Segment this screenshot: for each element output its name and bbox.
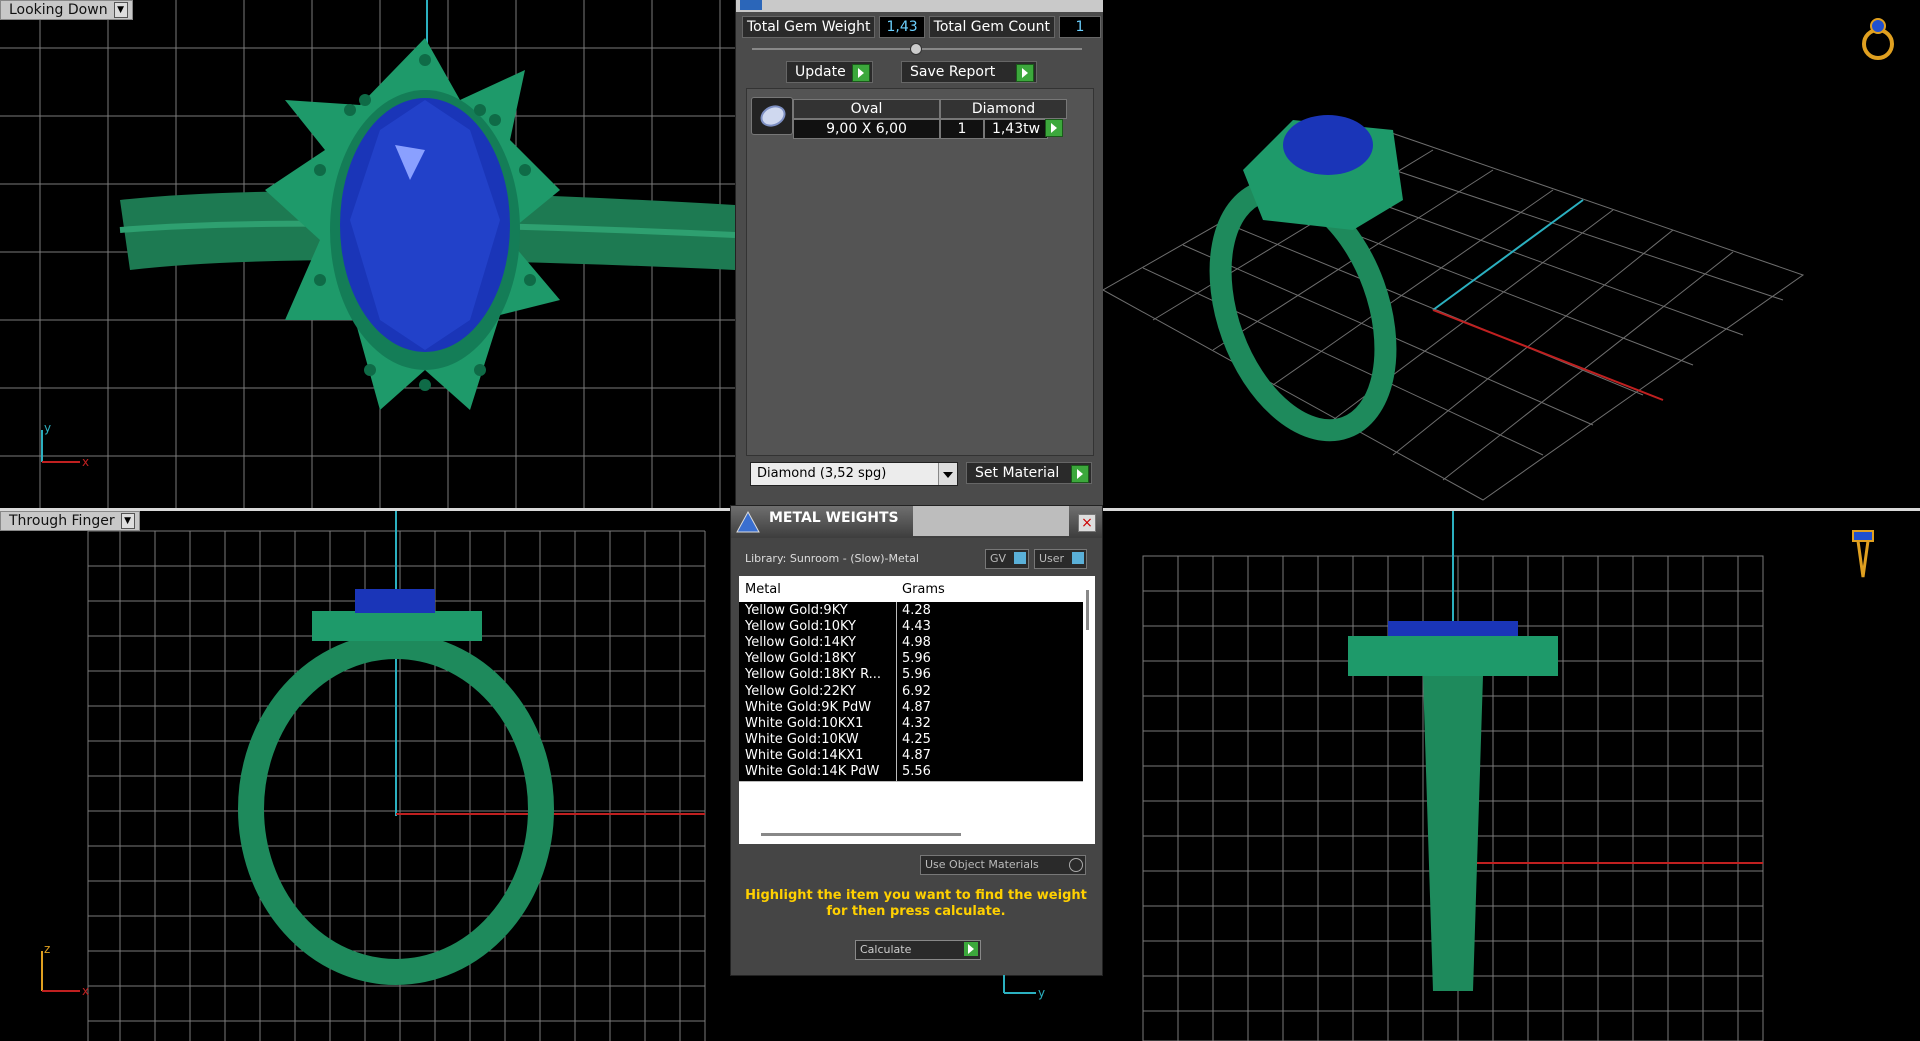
metal-weights-dialog: METAL WEIGHTS × Library: Sunroom - (Slow…	[730, 505, 1103, 976]
axis-y-label: y	[1038, 986, 1045, 1000]
dropdown-arrow-icon[interactable]: ▼	[113, 2, 128, 18]
chevron-down-icon[interactable]	[938, 463, 957, 485]
total-gem-weight-value: 1,43	[879, 16, 925, 38]
ring-view-icon[interactable]	[1858, 12, 1898, 64]
axis-x-label: x	[82, 984, 89, 998]
column-header-metal[interactable]: Metal	[745, 582, 781, 597]
save-report-button[interactable]: Save Report	[901, 61, 1037, 83]
material-select[interactable]: Diamond (3,52 spg)	[750, 462, 958, 486]
gem-list: Oval Diamond 9,00 X 6,00 1 1,43tw	[746, 88, 1094, 456]
viewport-perspective[interactable]	[1103, 0, 1920, 508]
gem-slider[interactable]	[752, 43, 1082, 55]
metal-name: White Gold:14K PdW	[745, 764, 880, 779]
viewport-side[interactable]	[1103, 511, 1920, 1041]
vertical-scrollbar[interactable]	[1086, 590, 1089, 630]
go-arrow-icon	[851, 64, 870, 82]
library-label: Library: Sunroom - (Slow)-Metal	[745, 552, 919, 565]
gem-list-row[interactable]: Oval Diamond 9,00 X 6,00 1 1,43tw	[747, 93, 1087, 139]
viewport-top-left[interactable]: y x Looking Down ▼	[0, 0, 735, 508]
flask-icon	[736, 510, 760, 533]
column-header-grams[interactable]: Grams	[902, 582, 945, 597]
toggle-indicator-icon	[1014, 552, 1027, 564]
go-arrow-icon	[1045, 119, 1063, 137]
gem-report-panel: Total Gem Weight 1,43 Total Gem Count 1 …	[735, 0, 1104, 508]
gem-weight: 1,43tw	[984, 119, 1048, 139]
side-view-render	[1142, 511, 1764, 1041]
viewport-through-finger[interactable]: z x Through Finger ▼	[0, 511, 730, 1041]
slider-knob[interactable]	[910, 43, 922, 55]
go-arrow-icon	[1071, 465, 1089, 483]
table-row[interactable]: White Gold:14K PdW 5.56	[739, 763, 1083, 782]
axis-x-label: x	[82, 455, 89, 469]
dialog-title-bar[interactable]: METAL WEIGHTS ×	[731, 506, 1102, 538]
calculate-button[interactable]: Calculate	[855, 940, 981, 960]
gem-shape-header: Oval	[793, 99, 940, 119]
gem-size: 9,00 X 6,00	[793, 119, 940, 139]
horizontal-scrollbar[interactable]	[761, 833, 961, 836]
axis-indicator: y	[1003, 975, 1045, 1000]
front-view-render: z x	[41, 511, 706, 1041]
radio-icon	[1069, 858, 1083, 872]
toggle-indicator-icon	[1072, 552, 1085, 564]
dropdown-arrow-icon[interactable]: ▼	[120, 513, 135, 529]
top-view-render: y x	[0, 0, 735, 508]
gem-material-header: Diamond	[940, 99, 1067, 119]
dialog-title: METAL WEIGHTS	[769, 510, 899, 526]
perspective-view-render	[1103, 115, 1805, 501]
axis-z-label: z	[44, 942, 50, 956]
axis-y-label: y	[44, 421, 51, 435]
metal-table: Metal Grams Yellow Gold:9KY 4.28 Yellow Go…	[739, 576, 1095, 844]
update-button[interactable]: Update	[786, 61, 873, 83]
user-toggle[interactable]: User	[1034, 549, 1088, 569]
total-gem-weight-label: Total Gem Weight	[742, 16, 876, 38]
panel-tab[interactable]	[740, 0, 762, 10]
oval-gem-thumbnail-icon	[751, 97, 793, 135]
metal-grams: 5.56	[902, 764, 931, 779]
gem-go-button[interactable]	[1045, 119, 1065, 137]
ring-side-view-icon[interactable]	[1851, 525, 1875, 581]
metal-table-header: Metal Grams	[739, 580, 1083, 600]
total-gem-count-label: Total Gem Count	[928, 16, 1055, 38]
view-mode-label: Looking Down	[9, 2, 108, 18]
go-arrow-icon	[1016, 64, 1034, 82]
use-object-materials-toggle[interactable]: Use Object Materials	[920, 855, 1086, 875]
total-gem-count-value: 1	[1058, 16, 1101, 38]
view-mode-label: Through Finger	[9, 513, 115, 529]
instruction-text: Highlight the item you want to find the …	[745, 888, 1087, 919]
view-mode-dropdown[interactable]: Looking Down ▼	[0, 0, 133, 20]
set-material-button[interactable]: Set Material	[966, 462, 1092, 484]
go-arrow-icon	[964, 942, 978, 956]
gv-toggle[interactable]: GV	[985, 549, 1030, 569]
view-mode-dropdown[interactable]: Through Finger ▼	[0, 511, 140, 531]
oval-gem	[1283, 115, 1373, 175]
close-icon[interactable]: ×	[1078, 514, 1096, 532]
gem-count: 1	[940, 119, 984, 139]
